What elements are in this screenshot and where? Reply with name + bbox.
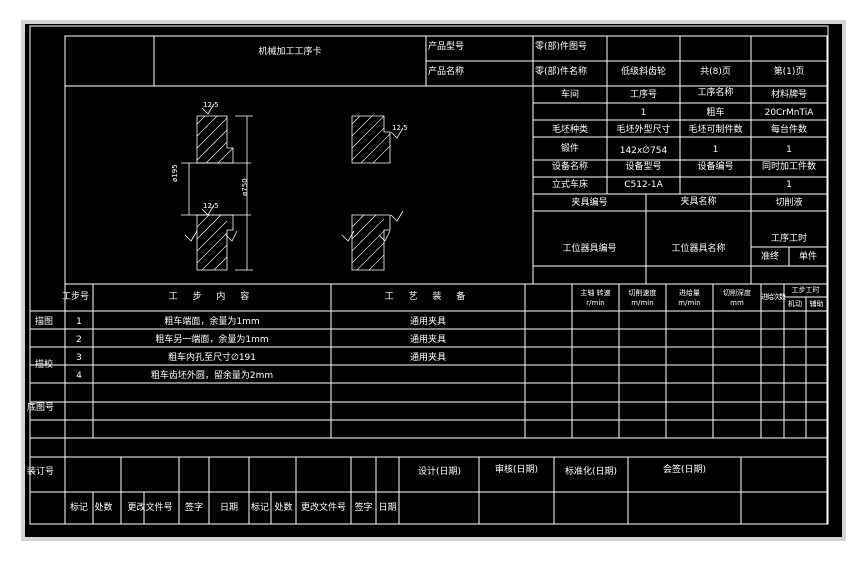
process-time-label: 工序工时 — [770, 234, 807, 244]
blank-size-value: 142x∅754 — [619, 146, 668, 156]
roughness-label-2: 12.5 — [203, 202, 219, 210]
footer-count-2: 处数 — [274, 503, 293, 513]
design-date-label: 设计(日期) — [417, 467, 462, 477]
part-name-value: 低级斜齿轮 — [620, 67, 666, 77]
blank-count-value: 1 — [712, 145, 719, 155]
simultaneous-count-label: 同时加工件数 — [761, 162, 816, 172]
depth-header: 切削深度 — [723, 289, 751, 297]
card-title: 机械加工工序卡 — [258, 47, 322, 57]
roughness-label-right: 12.5 — [392, 124, 408, 132]
inner-diameter-label: ø195 — [171, 164, 179, 182]
feed-header: 进给量 — [679, 289, 700, 297]
equipment-header: 工 艺 装 备 — [384, 292, 472, 302]
step-time-aux: 辅助 — [809, 300, 824, 308]
page-number: 第(1)页 — [773, 67, 805, 77]
step-no-3: 3 — [76, 353, 82, 363]
footer-signature-1: 签字 — [184, 503, 203, 513]
blank-type-value: 锻件 — [560, 144, 579, 154]
standard-date-label: 标准化(日期) — [564, 467, 618, 477]
footer-date-1: 日期 — [219, 503, 238, 513]
step-time-header: 工步工时 — [791, 286, 820, 294]
step-content-3: 粗车内孔至尺寸∅191 — [167, 353, 257, 363]
drawing-frame — [21, 20, 846, 541]
process-no-label: 工序号 — [629, 90, 657, 100]
coolant-label: 切削液 — [775, 198, 803, 208]
per-unit-value: 1 — [786, 145, 792, 155]
step-equipment-1: 通用夹具 — [409, 317, 446, 327]
station-fixture-no-label: 工位器具编号 — [562, 244, 617, 254]
process-no-value: 1 — [640, 108, 647, 118]
step-equipment-2: 通用夹具 — [409, 335, 446, 345]
speed-header: 切削速度 — [628, 289, 657, 297]
material-value: 20CrMnTiA — [764, 108, 814, 118]
step-time-machine: 机动 — [788, 300, 802, 308]
spindle-header: 主轴 转速 — [580, 289, 611, 297]
footer-date-2: 日期 — [378, 503, 397, 513]
footer-mark-2: 标记 — [250, 503, 269, 513]
review-date-label: 审核(日期) — [494, 465, 539, 475]
step-content-4: 粗车齿坯外圆，留余量为2mm — [150, 371, 274, 381]
equipment-name-value: 立式车床 — [551, 180, 588, 190]
fixture-no-label: 夹具编号 — [571, 198, 608, 208]
per-unit-label: 每台件数 — [770, 125, 807, 135]
time-unit-label: 单件 — [798, 252, 817, 262]
depth-unit: mm — [730, 299, 744, 307]
workshop-label: 车间 — [560, 90, 579, 100]
side-label-binding: 装订号 — [27, 467, 55, 477]
footer-count-1: 处数 — [94, 503, 113, 513]
side-label-checking: 描校 — [35, 360, 54, 370]
time-prep-label: 准终 — [760, 252, 779, 262]
footer-signature-2: 签字 — [354, 503, 373, 513]
step-no-1: 1 — [76, 317, 82, 327]
roughness-label-1: 12.5 — [203, 101, 219, 109]
blank-count-label: 毛坯可制件数 — [688, 125, 743, 135]
footer-doc-1: 更改文件号 — [127, 503, 173, 513]
product-name-label: 产品名称 — [428, 67, 465, 77]
part-name-label: 零(部)件名称 — [535, 67, 588, 77]
simultaneous-count-value: 1 — [786, 180, 792, 190]
equipment-model-value: C512-1A — [624, 180, 663, 190]
feed-unit: m/min — [678, 299, 701, 307]
fixture-name-label: 夹具名称 — [680, 197, 717, 207]
sign-date-label: 会签(日期) — [662, 465, 707, 475]
equipment-no-label: 设备编号 — [697, 162, 734, 172]
speed-unit: m/min — [631, 299, 654, 307]
process-name-label: 工序名称 — [697, 88, 734, 98]
equipment-name-label: 设备名称 — [551, 162, 588, 172]
product-model-label: 产品型号 — [428, 42, 465, 52]
process-card-sheet — [21, 20, 846, 541]
side-label-base-drawing: 底图号 — [27, 403, 55, 413]
step-content-1: 粗车端面，余量为1mm — [164, 317, 260, 327]
total-pages: 共(8)页 — [700, 67, 731, 77]
spindle-unit: r/min — [586, 299, 605, 307]
equipment-model-label: 设备型号 — [625, 162, 662, 172]
step-content-2: 粗车另一端面，余量为1mm — [155, 335, 269, 345]
footer-doc-2: 更改文件号 — [300, 503, 346, 513]
step-content-header: 工 步 内 容 — [168, 292, 256, 302]
blank-type-label: 毛坯种类 — [551, 125, 588, 135]
blank-size-label: 毛坯外型尺寸 — [616, 125, 671, 135]
side-label-tracing: 描图 — [35, 317, 54, 327]
part-no-label: 零(部)件图号 — [535, 42, 588, 52]
outer-diameter-label: ø750 — [241, 178, 249, 196]
footer-mark-1: 标记 — [69, 503, 88, 513]
step-no-2: 2 — [76, 335, 82, 345]
step-equipment-3: 通用夹具 — [409, 353, 446, 363]
step-no-4: 4 — [76, 371, 82, 381]
process-name-value: 粗车 — [706, 108, 725, 118]
step-no-header: 工步号 — [62, 292, 90, 302]
passes-header: 进给次数 — [761, 293, 786, 301]
station-fixture-name-label: 工位器具名称 — [671, 244, 726, 254]
material-label: 材料牌号 — [770, 90, 807, 100]
